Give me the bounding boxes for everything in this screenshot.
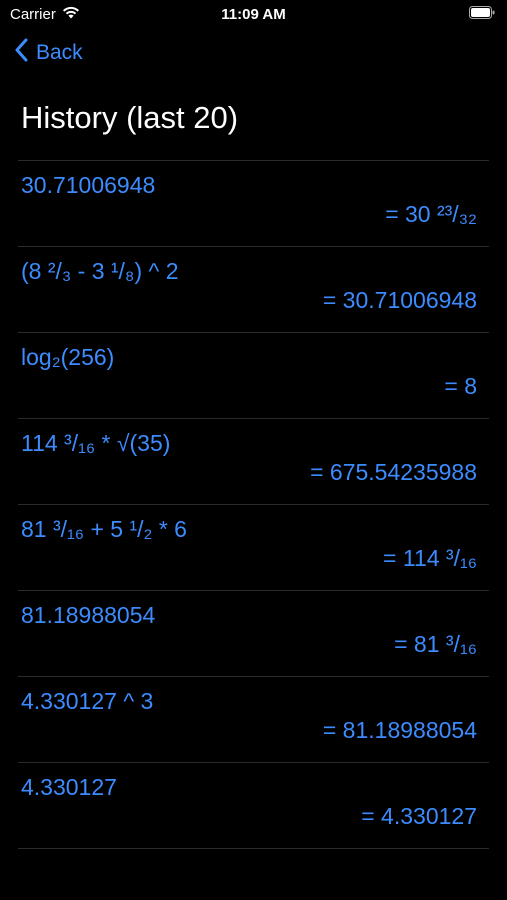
history-row[interactable]: 81 ³/₁₆ + 5 ¹/₂ * 6 = 114 ³/₁₆ (18, 504, 489, 590)
history-expression: log₂(256) (21, 344, 115, 370)
back-button[interactable]: Back (14, 38, 83, 68)
history-expression: 114 ³/₁₆ * √(35) (21, 430, 171, 456)
battery-icon (469, 6, 495, 19)
history-result: = 114 ³/₁₆ (383, 545, 477, 571)
back-label: Back (36, 41, 83, 64)
history-result: = 81.18988054 (322, 717, 477, 743)
history-expression: 30.71006948 (21, 172, 156, 198)
status-bar: Carrier 11:09 AM (0, 0, 507, 30)
status-time: 11:09 AM (221, 6, 286, 23)
history-row[interactable]: 4.330127 ^ 3 = 81.18988054 (18, 676, 489, 762)
history-row[interactable]: 114 ³/₁₆ * √(35) = 675.54235988 (18, 418, 489, 504)
history-expression: 81.18988054 (21, 602, 156, 628)
history-result: = 30 ²³/₃₂ (385, 201, 477, 227)
history-expression: 81 ³/₁₆ + 5 ¹/₂ * 6 (21, 516, 187, 542)
history-row[interactable]: 81.18988054 = 81 ³/₁₆ (18, 590, 489, 676)
page-title: History (last 20) (21, 100, 239, 135)
list-fade (18, 860, 489, 900)
history-list[interactable]: 30.71006948 = 30 ²³/₃₂ (8 ²/₃ - 3 ¹/₈) ^… (18, 160, 489, 900)
history-row[interactable]: 30.71006948 = 30 ²³/₃₂ (18, 160, 489, 246)
history-result: = 30.71006948 (322, 287, 477, 313)
history-result: = 4.330127 (361, 803, 477, 829)
history-expression: 4.330127 ^ 3 (21, 688, 154, 714)
history-result: = 81 ³/₁₆ (394, 631, 477, 657)
history-result: = 675.54235988 (310, 459, 477, 485)
history-expression: 4.330127 (21, 774, 117, 800)
history-row[interactable]: (8 ²/₃ - 3 ¹/₈) ^ 2 = 30.71006948 (18, 246, 489, 332)
history-row[interactable]: log₂(256) = 8 (18, 332, 489, 418)
history-result: = 8 (444, 373, 477, 399)
history-row[interactable]: 4.330127 = 4.330127 (18, 762, 489, 848)
chevron-left-icon (14, 38, 28, 68)
history-expression: (8 ²/₃ - 3 ¹/₈) ^ 2 (21, 258, 179, 284)
